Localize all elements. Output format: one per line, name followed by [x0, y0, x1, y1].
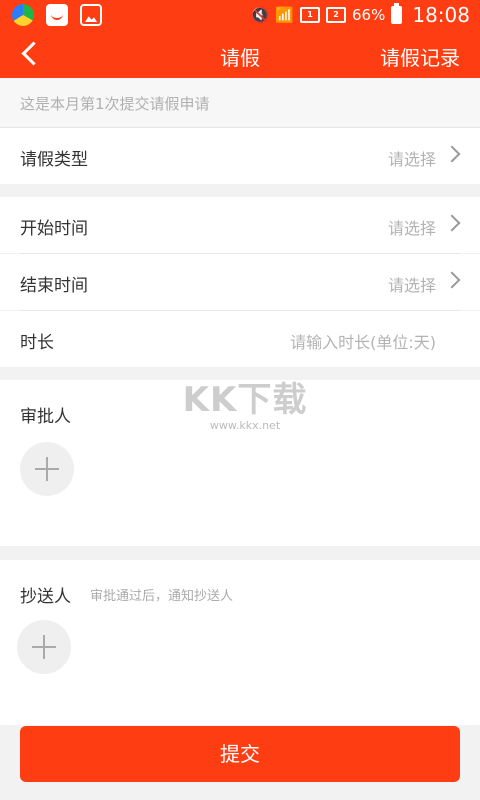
duration-row: 时长 请输入时长(单位:天): [0, 311, 480, 367]
watermark-logo-text: KK下载: [182, 380, 308, 420]
leave-records-link[interactable]: 请假记录: [380, 42, 460, 71]
bottom-strip: [0, 790, 480, 800]
end-time-row[interactable]: 结束时间 请选择: [0, 254, 480, 310]
submission-hint-text: 这是本月第1次提交请假申请: [20, 95, 210, 113]
add-approver-button[interactable]: [20, 442, 74, 496]
status-left-icons: [12, 4, 102, 26]
leave-type-row[interactable]: 请假类型 请选择: [0, 128, 480, 184]
cc-hint: 审批通过后，通知抄送人: [90, 589, 234, 604]
start-time-value: 请选择: [387, 219, 436, 238]
watermark: KK下载 www.kkx.net: [180, 372, 310, 432]
app-store-icon: [12, 4, 34, 26]
duration-label: 时长: [20, 333, 54, 353]
sim-icon: 1: [300, 7, 321, 23]
status-time: 18:08: [412, 3, 470, 27]
submit-button[interactable]: 提交: [20, 726, 460, 782]
mute-icon: 🔇: [250, 6, 270, 24]
leave-type-value: 请选择: [387, 150, 436, 169]
chevron-right-icon: [443, 271, 461, 289]
leave-type-label: 请假类型: [20, 150, 88, 170]
sim-icon: 2: [326, 7, 347, 23]
approver-title: 审批人: [20, 407, 71, 427]
cc-title: 抄送人: [20, 587, 71, 607]
chevron-right-icon: [443, 145, 461, 163]
battery-icon: [391, 3, 403, 24]
cc-section: 抄送人 审批通过后，通知抄送人: [0, 560, 480, 725]
start-time-row[interactable]: 开始时间 请选择: [0, 197, 480, 253]
battery-percent: 66%: [352, 6, 386, 24]
chevron-right-icon: [443, 214, 461, 232]
shopping-icon: [46, 4, 68, 26]
status-right: 🔇 📶 1 2 66% 18:08: [251, 0, 470, 30]
end-time-value: 请选择: [387, 276, 436, 295]
gallery-icon: [80, 4, 102, 26]
status-bar: 🔇 📶 1 2 66% 18:08: [0, 0, 480, 30]
start-time-label: 开始时间: [20, 219, 88, 239]
duration-input[interactable]: 请输入时长(单位:天): [290, 329, 436, 353]
add-cc-button[interactable]: [17, 620, 71, 674]
nav-bar: 请假 请假记录: [0, 30, 480, 78]
wifi-icon: 📶: [275, 6, 295, 24]
submission-hint: 这是本月第1次提交请假申请: [0, 78, 480, 128]
end-time-label: 结束时间: [20, 276, 88, 296]
